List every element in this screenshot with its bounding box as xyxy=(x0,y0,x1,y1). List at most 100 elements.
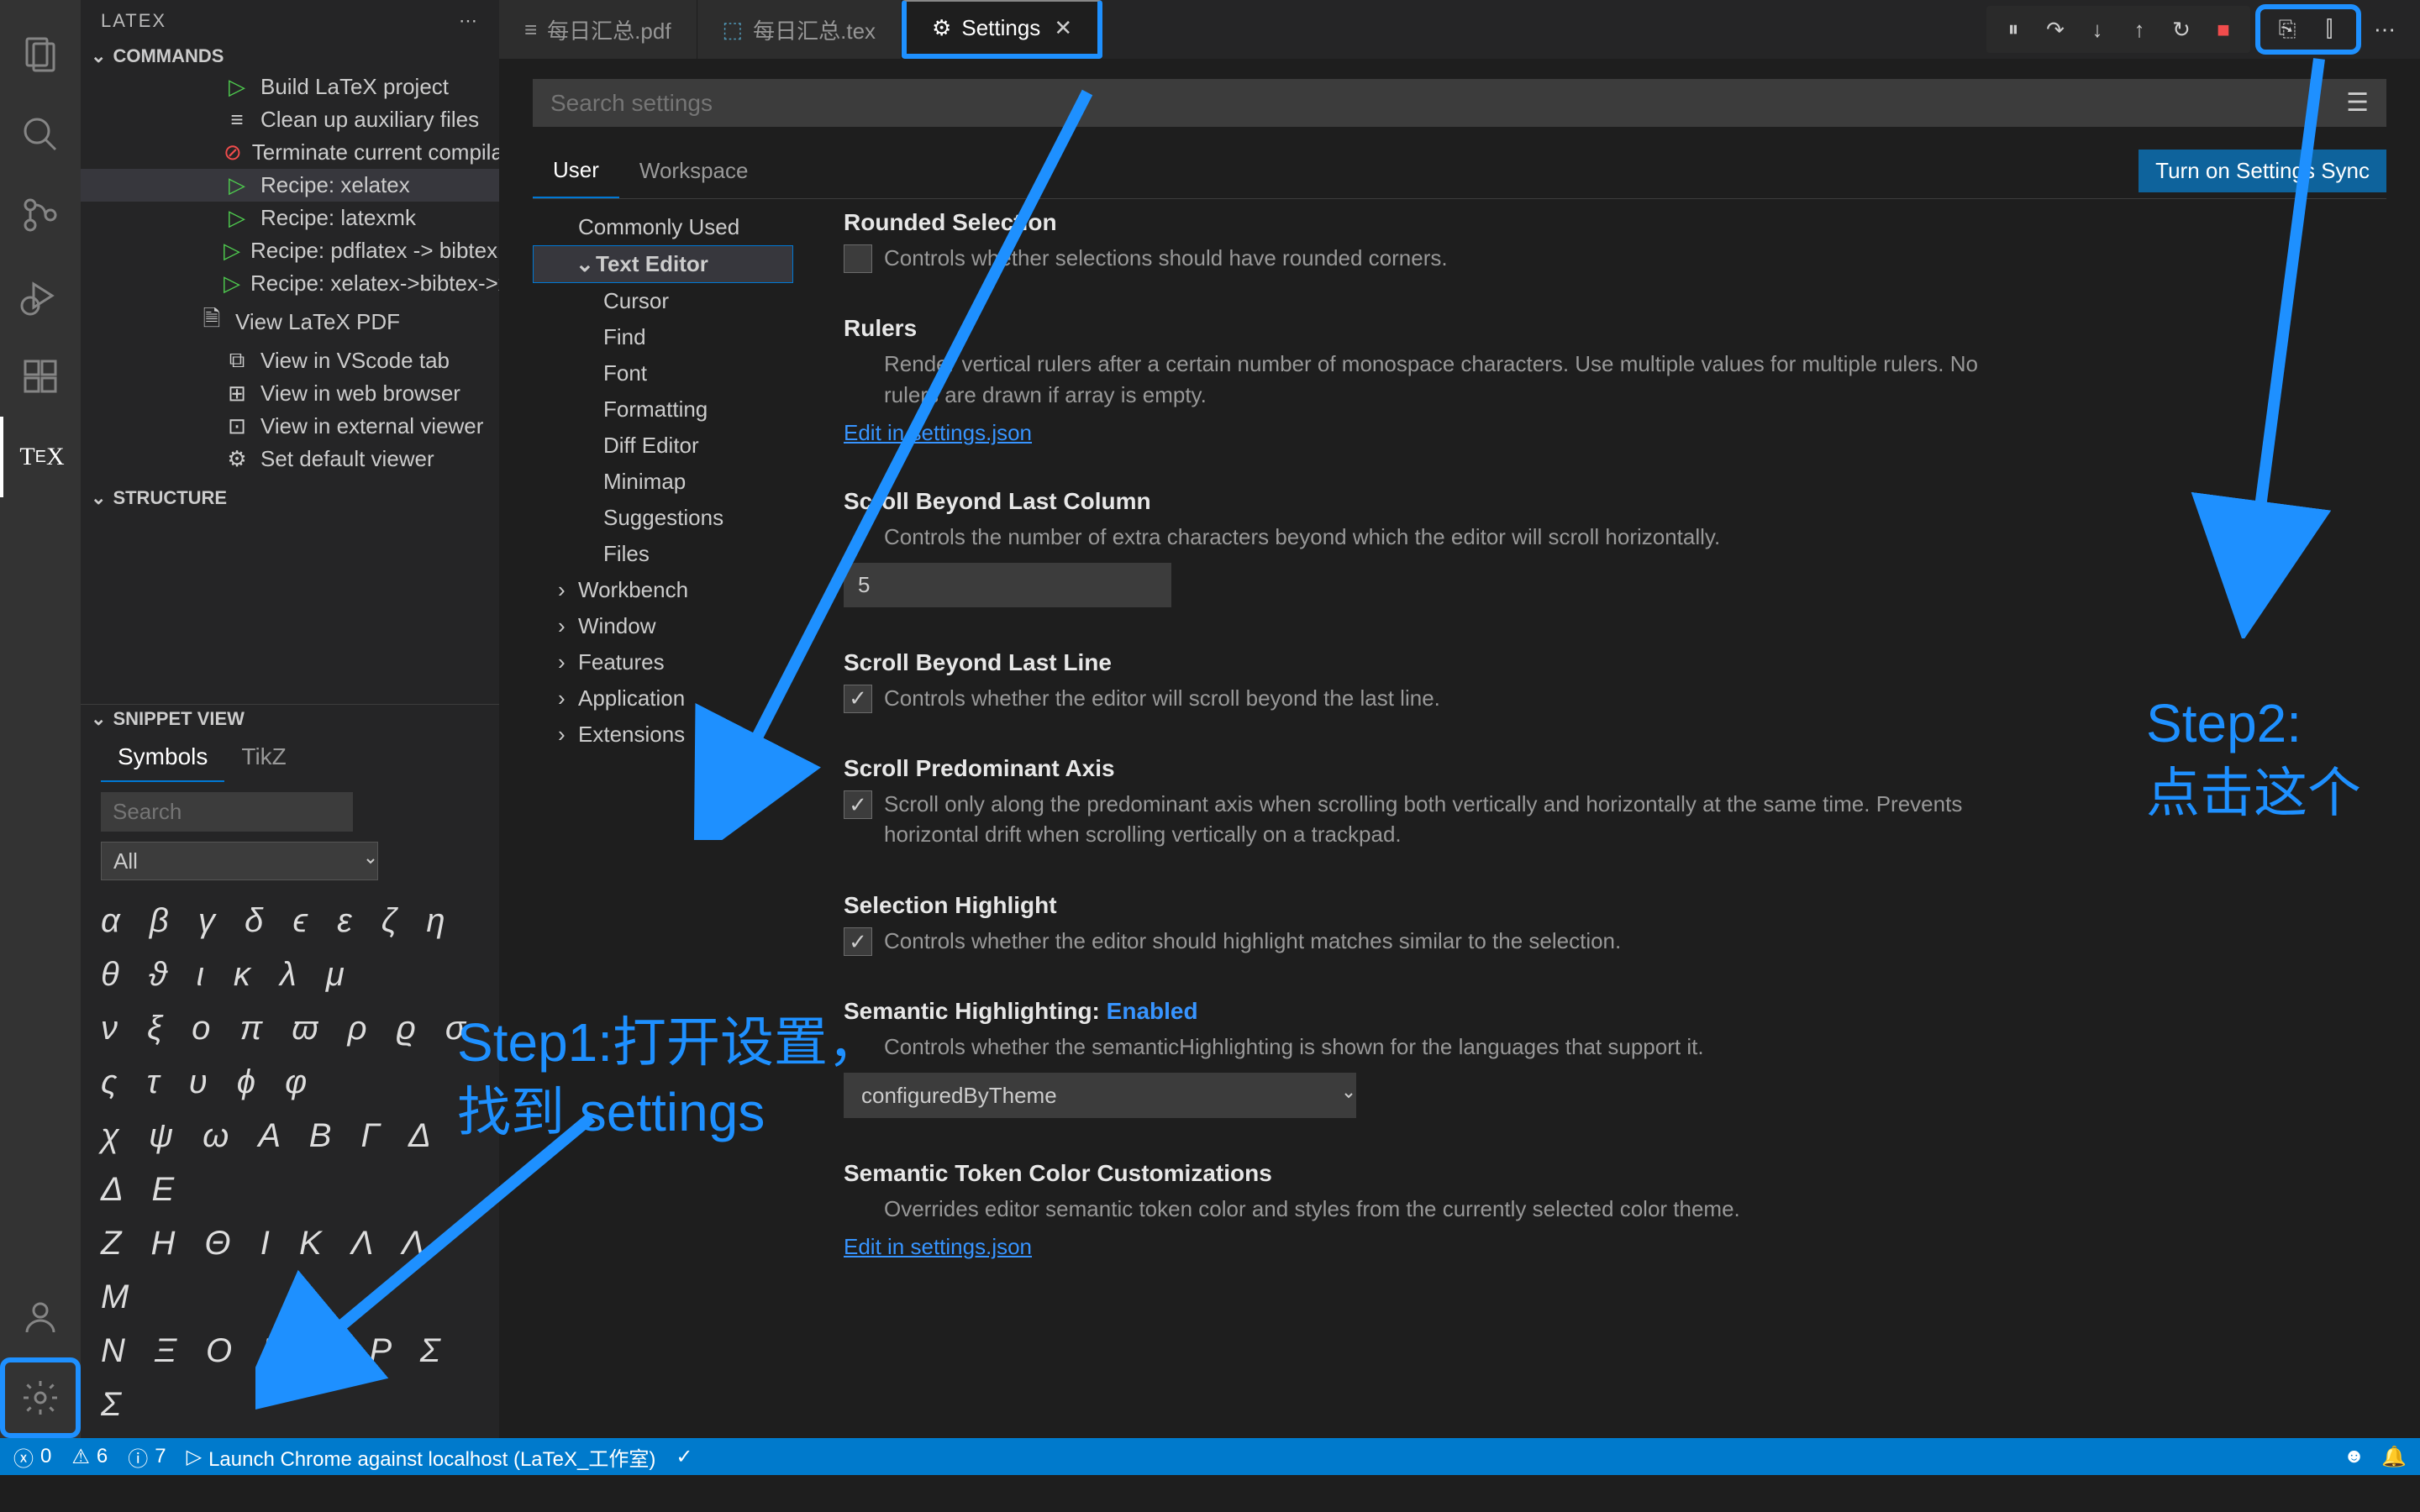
snippet-section[interactable]: ⌄SNIPPET VIEW xyxy=(81,705,499,733)
snippet-tab-tikz[interactable]: TikZ xyxy=(224,733,302,782)
tree-item[interactable]: ≡Clean up auxiliary files xyxy=(81,103,499,136)
checkbox[interactable] xyxy=(844,244,872,273)
toc-item[interactable]: Commonly Used xyxy=(533,209,793,245)
tab-settings[interactable]: ⚙Settings✕ xyxy=(902,0,1102,59)
more-icon[interactable]: ⋯ xyxy=(459,10,479,32)
debug-icon[interactable] xyxy=(0,255,81,336)
toc-item[interactable]: Cursor xyxy=(533,283,793,319)
checkbox[interactable] xyxy=(844,685,872,713)
restart-icon[interactable]: ↻ xyxy=(2163,11,2200,48)
scm-icon[interactable] xyxy=(0,175,81,255)
toc-item[interactable]: Find xyxy=(533,319,793,355)
status-check[interactable]: ✓ xyxy=(676,1445,692,1469)
gear-icon: ⚙ xyxy=(224,446,250,472)
step-into-icon[interactable]: ↓ xyxy=(2079,11,2116,48)
tree-item[interactable]: ▷Recipe: pdflatex -> bibtex ->... xyxy=(81,234,499,267)
greek-symbols[interactable]: α β γ δ ϵ ε ζ η θ ϑ ι κ λ μν ξ o π ϖ ρ ϱ… xyxy=(81,887,499,1438)
structure-section[interactable]: ⌄STRUCTURE xyxy=(81,484,499,512)
split-editor-icon[interactable]: ⫿ xyxy=(2311,11,2348,48)
setting-desc: Scroll only along the predominant axis w… xyxy=(884,789,2020,850)
tree-item-label: View in web browser xyxy=(260,381,460,407)
toc-item[interactable]: Font xyxy=(533,355,793,391)
tree-item-label: Recipe: xelatex->bibtex->xel... xyxy=(250,270,499,297)
tab-bar: ≡每日汇总.pdf ⬚每日汇总.tex ⚙Settings✕ ⏸ ↷ ↓ ↑ ↻… xyxy=(499,0,2420,59)
status-feedback-icon[interactable]: ☻ xyxy=(2344,1445,2365,1469)
tree-item[interactable]: ▷Recipe: xelatex->bibtex->xel... xyxy=(81,267,499,300)
tree-item[interactable]: ⊡View in external viewer xyxy=(81,410,499,443)
tree-item[interactable]: 🗎View LaTeX PDF xyxy=(81,300,499,344)
close-icon[interactable]: ✕ xyxy=(1054,15,1072,41)
tree-item-label: Clean up auxiliary files xyxy=(260,107,479,133)
step-over-icon[interactable]: ↷ xyxy=(2037,11,2074,48)
tree-item[interactable]: ▷Build LaTeX project xyxy=(81,71,499,103)
filter-icon[interactable]: ☰ xyxy=(2346,88,2369,118)
number-input[interactable] xyxy=(844,563,1171,607)
chevron-icon: › xyxy=(558,722,578,748)
settings-gear-icon[interactable] xyxy=(0,1357,81,1438)
continue-icon[interactable]: ⏸ xyxy=(1995,11,2032,48)
extensions-icon[interactable] xyxy=(0,336,81,417)
chevron-icon: › xyxy=(558,649,578,675)
select-input[interactable]: configuredByTheme xyxy=(844,1073,1356,1118)
account-icon[interactable] xyxy=(0,1277,81,1357)
status-warnings[interactable]: ⚠ 6 xyxy=(71,1445,108,1469)
open-json-icon[interactable]: ⎘ xyxy=(2269,11,2306,48)
search-icon[interactable] xyxy=(0,94,81,175)
setting-title: Semantic Highlighting: Enabled xyxy=(844,998,2020,1025)
activity-bar: TEX xyxy=(0,0,81,1438)
more-actions-icon[interactable]: ⋯ xyxy=(2366,11,2403,48)
toc-item[interactable]: Diff Editor xyxy=(533,428,793,464)
setting-scroll-predominant: Scroll Predominant Axis Scroll only alon… xyxy=(844,755,2020,850)
commands-section[interactable]: ⌄COMMANDS xyxy=(81,42,499,71)
tab-pdf[interactable]: ≡每日汇总.pdf xyxy=(499,0,697,59)
scope-workspace[interactable]: Workspace xyxy=(619,144,769,197)
toc-item[interactable]: Formatting xyxy=(533,391,793,428)
tree-item[interactable]: ⊞View in web browser xyxy=(81,377,499,410)
tab-tex[interactable]: ⬚每日汇总.tex xyxy=(697,0,902,59)
tree-item[interactable]: ⚙ Set default viewer xyxy=(81,443,499,475)
stop-icon[interactable]: ■ xyxy=(2205,11,2242,48)
toc-item[interactable]: ›Features xyxy=(533,644,793,680)
toc-item[interactable]: ›Extensions xyxy=(533,717,793,753)
toc-item[interactable]: ›Window xyxy=(533,608,793,644)
tree-item-label: Set default viewer xyxy=(260,446,434,472)
sidebar-title: LATEX ⋯ xyxy=(81,0,499,42)
latex-icon[interactable]: TEX xyxy=(0,417,81,497)
settings-search[interactable]: ☰ xyxy=(533,79,2386,127)
checkbox[interactable] xyxy=(844,927,872,956)
tab-label: 每日汇总.pdf xyxy=(547,14,671,45)
status-bell-icon[interactable]: 🔔 xyxy=(2381,1445,2407,1469)
tree-item[interactable]: ▷Recipe: latexmk xyxy=(81,202,499,234)
editor-area: ≡每日汇总.pdf ⬚每日汇总.tex ⚙Settings✕ ⏸ ↷ ↓ ↑ ↻… xyxy=(499,0,2420,1438)
settings-search-input[interactable] xyxy=(550,90,2346,117)
tree-item[interactable]: ⧉View in VScode tab xyxy=(81,344,499,377)
explorer-icon[interactable] xyxy=(0,13,81,94)
tree-item[interactable]: ▷Recipe: xelatex xyxy=(81,169,499,202)
status-launch[interactable]: ▷ Launch Chrome against localhost (LaTeX… xyxy=(187,1442,656,1472)
edit-json-link[interactable]: Edit in settings.json xyxy=(844,420,1032,446)
toc-item[interactable]: Suggestions xyxy=(533,500,793,536)
stop-icon: ⊘ xyxy=(224,139,242,165)
toc-item[interactable]: Files xyxy=(533,536,793,572)
chevron-icon: › xyxy=(558,577,578,603)
sync-button[interactable]: Turn on Settings Sync xyxy=(2139,150,2386,192)
scope-user[interactable]: User xyxy=(533,144,619,198)
setting-title: Scroll Beyond Last Line xyxy=(844,649,2020,676)
setting-desc: Controls the number of extra characters … xyxy=(884,522,1720,552)
toc-item[interactable]: ›Application xyxy=(533,680,793,717)
status-errors[interactable]: ⓧ 0 xyxy=(13,1442,51,1472)
checkbox[interactable] xyxy=(844,790,872,819)
toc-item[interactable]: ⌄Text Editor xyxy=(533,245,793,283)
snippet-category-select[interactable]: All xyxy=(101,842,378,880)
status-info[interactable]: ⓘ 7 xyxy=(128,1442,166,1472)
snippet-tab-symbols[interactable]: Symbols xyxy=(101,733,224,782)
tree-item[interactable]: ⊘Terminate current compilation xyxy=(81,136,499,169)
step-out-icon[interactable]: ↑ xyxy=(2121,11,2158,48)
edit-json-link[interactable]: Edit in settings.json xyxy=(844,1234,1032,1260)
tree-item-label: Build LaTeX project xyxy=(260,74,449,100)
toc-item[interactable]: Minimap xyxy=(533,464,793,500)
snippet-search-input[interactable] xyxy=(101,792,353,832)
toc-item[interactable]: ›Workbench xyxy=(533,572,793,608)
setting-title: Rounded Selection xyxy=(844,209,2020,236)
setting-desc: Render vertical rulers after a certain n… xyxy=(884,349,2020,410)
